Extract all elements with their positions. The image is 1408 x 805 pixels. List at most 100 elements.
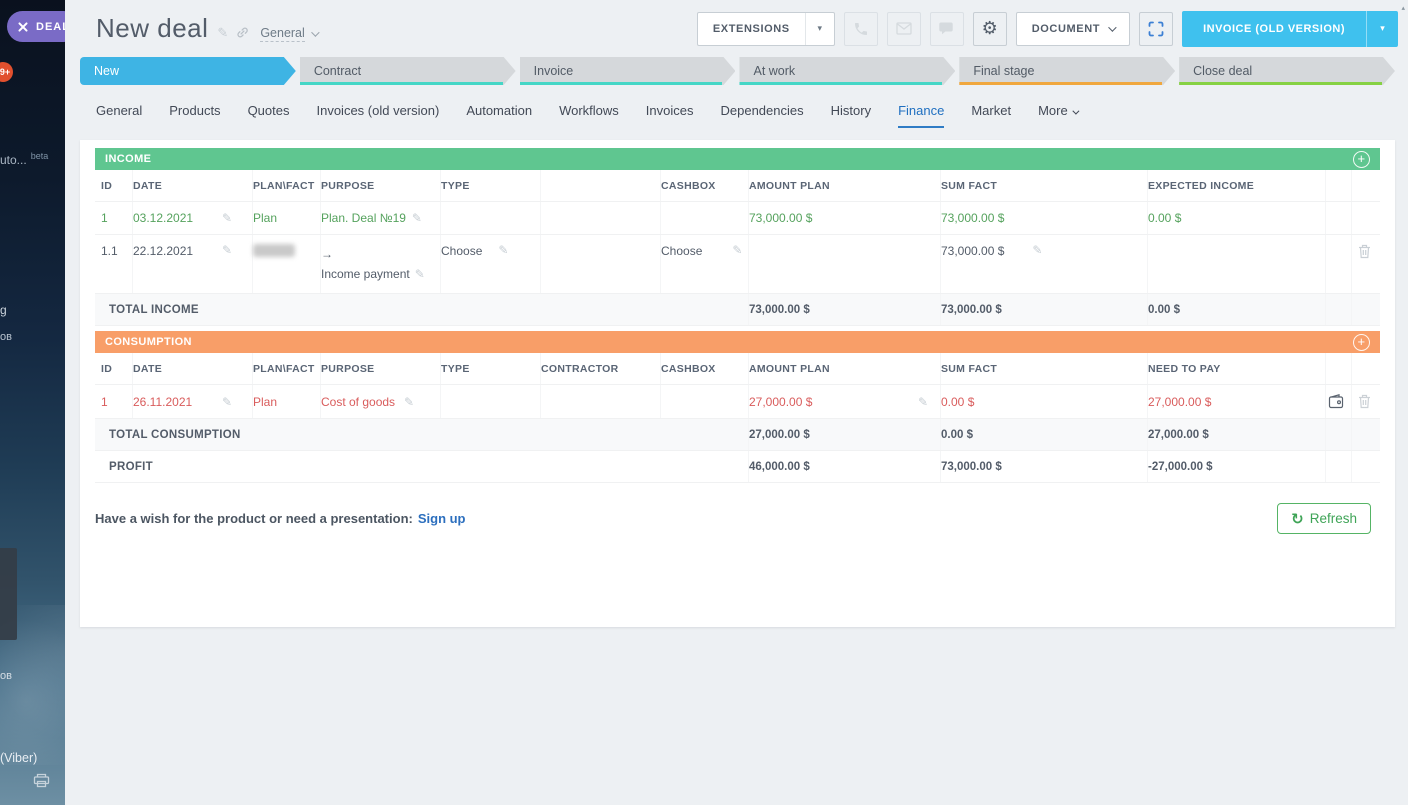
stage-at-work[interactable]: At work: [739, 57, 955, 85]
document-button[interactable]: DOCUMENT: [1016, 12, 1130, 46]
chat-button[interactable]: [930, 12, 964, 46]
redacted-text: [253, 244, 295, 257]
col-date: DATE: [133, 353, 253, 384]
gear-icon: ⚙: [982, 20, 998, 38]
edit-icon[interactable]: [1032, 244, 1042, 256]
tab-dependencies[interactable]: Dependencies: [721, 103, 804, 128]
cashbox-button[interactable]: [1328, 394, 1345, 409]
tab-more[interactable]: More: [1038, 103, 1077, 128]
tab-history[interactable]: History: [831, 103, 871, 128]
profit-need-to-pay: -27,000.00 $: [1148, 451, 1326, 482]
edit-icon[interactable]: [498, 244, 508, 256]
delete-button[interactable]: [1358, 394, 1371, 409]
tab-invoices[interactable]: Invoices: [646, 103, 694, 128]
stage-label: At work: [753, 64, 795, 78]
close-icon[interactable]: [18, 22, 28, 32]
total-sum-fact: 0.00 $: [941, 419, 1148, 450]
edit-icon[interactable]: [404, 396, 414, 408]
invoice-dropdown-button[interactable]: [1366, 11, 1398, 47]
col-planfact: PLAN\FACT: [253, 353, 321, 384]
extensions-dropdown-button[interactable]: [805, 13, 834, 45]
scrollbar-up-arrow[interactable]: [1401, 4, 1405, 12]
consumption-row-cost: 1 26.11.2021 Plan Cost of goods 27,000.0…: [95, 385, 1380, 419]
col-contractor: CONTRACTOR: [541, 353, 661, 384]
profit-label: PROFIT: [95, 451, 749, 482]
fullscreen-icon: [1148, 21, 1164, 37]
income-header-row: ID DATE PLAN\FACT PURPOSE TYPE CASHBOX A…: [95, 170, 1380, 202]
stage-close-deal[interactable]: Close deal: [1179, 57, 1395, 85]
tab-general[interactable]: General: [96, 103, 142, 128]
tab-invoices-old-version[interactable]: Invoices (old version): [316, 103, 439, 128]
sidebar-item-viber[interactable]: (Viber): [0, 751, 37, 765]
invoice-label: INVOICE (OLD VERSION): [1182, 11, 1366, 47]
call-button[interactable]: [844, 12, 878, 46]
deal-pill-label: DEAL: [36, 21, 65, 33]
edit-icon[interactable]: [222, 244, 232, 256]
edit-icon[interactable]: [222, 396, 232, 408]
stage-final-stage[interactable]: Final stage: [959, 57, 1175, 85]
total-consumption-label: TOTAL CONSUMPTION: [95, 419, 749, 450]
refresh-button[interactable]: Refresh: [1277, 503, 1371, 534]
sidebar-item-1[interactable]: ов: [0, 331, 12, 343]
stage-invoice[interactable]: Invoice: [520, 57, 736, 85]
cell-need-to-pay: 27,000.00 $: [1148, 385, 1326, 418]
cell-sum-fact: 73,000.00 $: [941, 202, 1148, 234]
tab-products[interactable]: Products: [169, 103, 220, 128]
extensions-button[interactable]: EXTENSIONS: [697, 12, 835, 46]
profit-amount-plan: 46,000.00 $: [749, 451, 941, 482]
stage-contract[interactable]: Contract: [300, 57, 516, 85]
delete-button[interactable]: [1358, 244, 1371, 259]
chat-icon: [939, 22, 954, 35]
printer-icon[interactable]: [33, 773, 50, 788]
deal-pill[interactable]: DEAL: [7, 11, 65, 42]
edit-icon[interactable]: [412, 212, 422, 224]
stage-new[interactable]: New: [80, 57, 296, 85]
total-sum-fact: 73,000.00 $: [941, 294, 1148, 325]
cashbox-chooser[interactable]: Choose: [661, 244, 702, 258]
income-row-plan: 1 03.12.2021 Plan Plan. Deal №19 73,000.…: [95, 202, 1380, 235]
edit-icon[interactable]: [918, 396, 928, 408]
category-selector[interactable]: General: [260, 26, 316, 42]
tab-market[interactable]: Market: [971, 103, 1011, 128]
col-sum-fact: SUM FACT: [941, 353, 1148, 384]
trash-icon: [1358, 244, 1371, 259]
col-planfact: PLAN\FACT: [253, 170, 321, 201]
type-chooser[interactable]: Choose: [441, 244, 482, 258]
add-consumption-button[interactable]: [1353, 334, 1370, 351]
col-need-to-pay: NEED TO PAY: [1148, 353, 1326, 384]
tab-workflows[interactable]: Workflows: [559, 103, 619, 128]
cell-amount-plan: 27,000.00 $: [749, 395, 812, 409]
edit-icon[interactable]: [222, 212, 232, 224]
stage-label: Contract: [314, 64, 361, 78]
notification-badge[interactable]: 9+: [0, 62, 13, 82]
deal-stage-pipeline: New Contract Invoice At work Final stage…: [80, 57, 1395, 85]
link-icon[interactable]: [235, 25, 250, 40]
total-income-label: TOTAL INCOME: [95, 294, 749, 325]
signup-link[interactable]: Sign up: [418, 511, 466, 526]
trash-icon: [1358, 394, 1371, 409]
consumption-total-row: TOTAL CONSUMPTION 27,000.00 $ 0.00 $ 27,…: [95, 419, 1380, 451]
main-content: New deal General EXTENSIONS: [65, 0, 1408, 805]
edit-icon[interactable]: [415, 268, 425, 280]
edit-title-icon[interactable]: [217, 26, 228, 39]
settings-button[interactable]: ⚙: [973, 12, 1007, 46]
sidebar-item-2[interactable]: ов: [0, 670, 12, 682]
sidebar-item-marketing[interactable]: g: [0, 303, 7, 317]
edit-icon[interactable]: [732, 244, 742, 256]
deal-header: New deal General EXTENSIONS: [65, 0, 1408, 48]
cell-purpose: Plan. Deal №19: [321, 211, 406, 225]
stage-label: Invoice: [534, 64, 574, 78]
email-button[interactable]: [887, 12, 921, 46]
cell-sum-fact: 73,000.00 $: [941, 244, 1004, 258]
invoice-old-version-button[interactable]: INVOICE (OLD VERSION): [1182, 11, 1398, 47]
cell-sum-fact: 0.00 $: [941, 385, 1148, 418]
sidebar-item-automation[interactable]: uto...beta: [0, 151, 48, 167]
income-title: INCOME: [105, 153, 151, 165]
chevron-down-icon: [311, 28, 319, 36]
tab-quotes[interactable]: Quotes: [248, 103, 290, 128]
add-income-button[interactable]: [1353, 151, 1370, 168]
tab-finance[interactable]: Finance: [898, 103, 944, 128]
open-slider-button[interactable]: [1139, 12, 1173, 46]
document-label: DOCUMENT: [1017, 13, 1129, 45]
tab-automation[interactable]: Automation: [466, 103, 532, 128]
